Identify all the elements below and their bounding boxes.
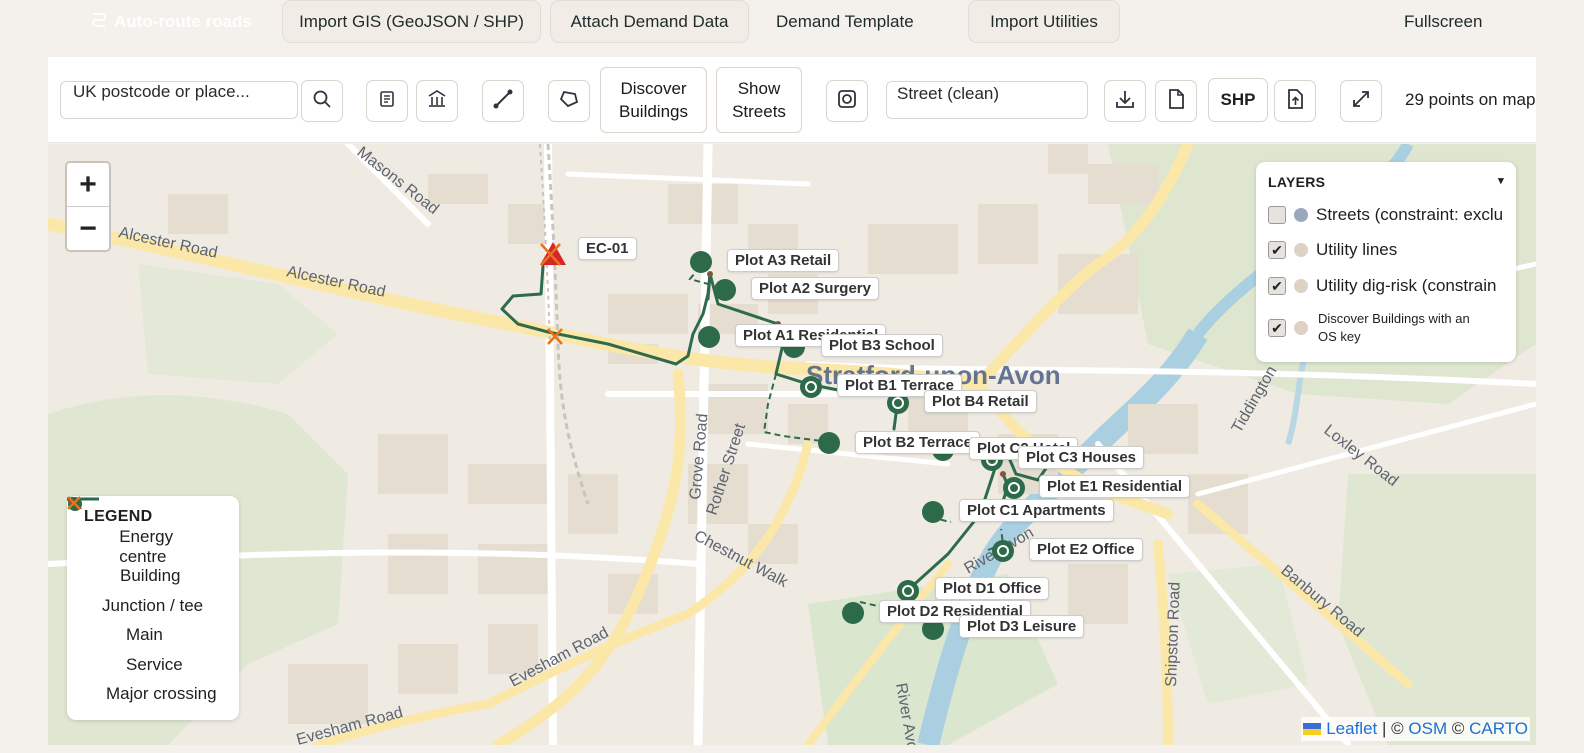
discover-buildings-line1: Discover (620, 79, 687, 98)
attribution-separator: | © (1377, 719, 1409, 738)
street-style-select[interactable]: Street (clean) (886, 81, 1088, 119)
carto-link[interactable]: CARTO (1469, 719, 1528, 738)
postcode-search-input[interactable]: UK postcode or place... (60, 81, 298, 119)
file-upload-icon (1285, 88, 1305, 115)
institution-icon (427, 89, 447, 114)
frame-icon (836, 88, 858, 115)
layer-color-dot (1294, 208, 1308, 222)
layer-item-utility-lines[interactable]: ✔ Utility lines (1268, 240, 1397, 260)
layer-label: OS key (1318, 329, 1361, 344)
expand-icon (1350, 88, 1372, 115)
discover-buildings-line2: Buildings (619, 102, 688, 121)
layer-item-utility-dig-risk[interactable]: ✔ Utility dig-risk (constrain (1268, 276, 1496, 296)
polygon-icon (558, 88, 580, 115)
show-streets-line2: Streets (732, 102, 786, 121)
map-toolbar: UK postcode or place... Discover Building… (48, 57, 1536, 143)
legend-item: Energy centre (68, 497, 222, 566)
street-view-button[interactable] (826, 80, 868, 122)
legend-item: Main (67, 497, 222, 651)
plot-label: Plot E1 Residential (1039, 475, 1191, 498)
leaflet-link[interactable]: Leaflet (1326, 719, 1377, 738)
plot-label: Plot C1 Apartments (959, 499, 1114, 522)
layer-color-dot (1294, 321, 1308, 335)
upload-file-button[interactable] (1274, 80, 1316, 122)
legend-item: Major crossing (67, 496, 222, 710)
top-action-bar: Auto-route roads Import GIS (GeoJSON / S… (0, 0, 1584, 46)
legend-label: Service (126, 654, 183, 674)
legend-label: Major crossing (106, 684, 217, 704)
layers-toggle[interactable]: ▾ (1498, 174, 1504, 190)
map-attribution: Leaflet | © OSM © CARTO (1301, 717, 1530, 741)
attribution-separator: © (1447, 719, 1470, 738)
layer-color-dot (1294, 279, 1308, 293)
search-button[interactable] (301, 80, 343, 122)
layer-checkbox[interactable]: ✔ (1268, 319, 1286, 337)
zoom-out-button[interactable]: − (67, 207, 109, 251)
discover-buildings-button[interactable]: Discover Buildings (600, 67, 707, 133)
plot-label: Plot B3 School (821, 334, 943, 357)
map-canvas[interactable]: Alcester Road Alcester Road Masons Road … (48, 144, 1536, 745)
plot-label: Plot E2 Office (1029, 538, 1143, 561)
document-list-icon (378, 90, 396, 113)
osm-link[interactable]: OSM (1408, 719, 1447, 738)
zoom-in-button[interactable]: + (67, 163, 109, 207)
plot-label: Plot C3 Houses (1018, 446, 1145, 469)
layer-checkbox[interactable]: ✔ (1268, 241, 1286, 259)
layer-label: Utility dig-risk (constrain (1316, 276, 1497, 295)
layer-color-dot (1294, 243, 1308, 257)
add-energy-centre-button[interactable] (416, 80, 458, 122)
plot-label: Plot D3 Leisure (959, 615, 1085, 638)
expand-map-button[interactable] (1340, 80, 1382, 122)
draw-polygon-button[interactable] (548, 80, 590, 122)
points-status: 29 points on map (1405, 90, 1536, 109)
legend-label: Junction / tee (102, 595, 204, 615)
layer-label: Utility lines (1316, 240, 1398, 259)
plot-label: Plot A2 Surgery (751, 277, 879, 300)
plot-label: Plot B2 Terrace (855, 431, 980, 454)
add-building-button[interactable] (366, 80, 408, 122)
download-button[interactable] (1104, 80, 1146, 122)
legend-label: Energy centre (119, 526, 174, 566)
import-utilities-button[interactable]: Import Utilities (968, 0, 1120, 43)
legend-title: LEGEND (84, 508, 153, 525)
energy-centre-label: EC-01 (578, 237, 637, 260)
search-icon (312, 89, 332, 114)
export-file-button[interactable] (1155, 80, 1197, 122)
demand-template-button[interactable]: Demand Template (776, 0, 914, 43)
layer-item-discover-buildings[interactable]: ✔ Discover Buildings with an OS key (1268, 310, 1470, 346)
attach-demand-button[interactable]: Attach Demand Data (550, 0, 749, 43)
layers-title: LAYERS (1268, 174, 1326, 190)
layer-label: Discover Buildings with an (1318, 311, 1470, 326)
fullscreen-button[interactable]: Fullscreen (1404, 0, 1482, 43)
zoom-control: + − (65, 161, 111, 252)
plot-label: Plot B4 Retail (924, 390, 1037, 413)
import-gis-button[interactable]: Import GIS (GeoJSON / SHP) (282, 0, 541, 43)
layer-item-streets[interactable]: Streets (constraint: exclu (1268, 205, 1503, 225)
shp-export-button[interactable]: SHP (1208, 78, 1268, 122)
auto-route-button[interactable]: Auto-route roads (90, 0, 252, 43)
download-icon (1114, 88, 1136, 115)
plot-label: Plot D1 Office (935, 577, 1050, 600)
layer-label: Streets (constraint: exclu (1316, 205, 1504, 224)
legend-panel: LEGEND Energy centre Building Junction /… (67, 496, 239, 720)
legend-item: Service (67, 497, 222, 680)
layer-checkbox[interactable]: ✔ (1268, 277, 1286, 295)
show-streets-button[interactable]: Show Streets (716, 67, 802, 133)
file-icon (1166, 88, 1186, 115)
draw-line-button[interactable] (482, 80, 524, 122)
route-icon (90, 10, 108, 33)
line-draw-icon (492, 88, 514, 115)
legend-label: Main (126, 625, 163, 645)
legend-label: Building (120, 566, 181, 586)
layers-panel: LAYERS ▾ Streets (constraint: exclu ✔ Ut… (1256, 162, 1516, 362)
legend-item: Junction / tee (68, 497, 222, 621)
auto-route-label: Auto-route roads (114, 11, 252, 31)
plot-label: Plot A3 Retail (727, 249, 840, 272)
ukraine-flag-icon (1303, 723, 1322, 735)
layer-checkbox[interactable] (1268, 206, 1286, 224)
show-streets-line1: Show (737, 79, 781, 98)
